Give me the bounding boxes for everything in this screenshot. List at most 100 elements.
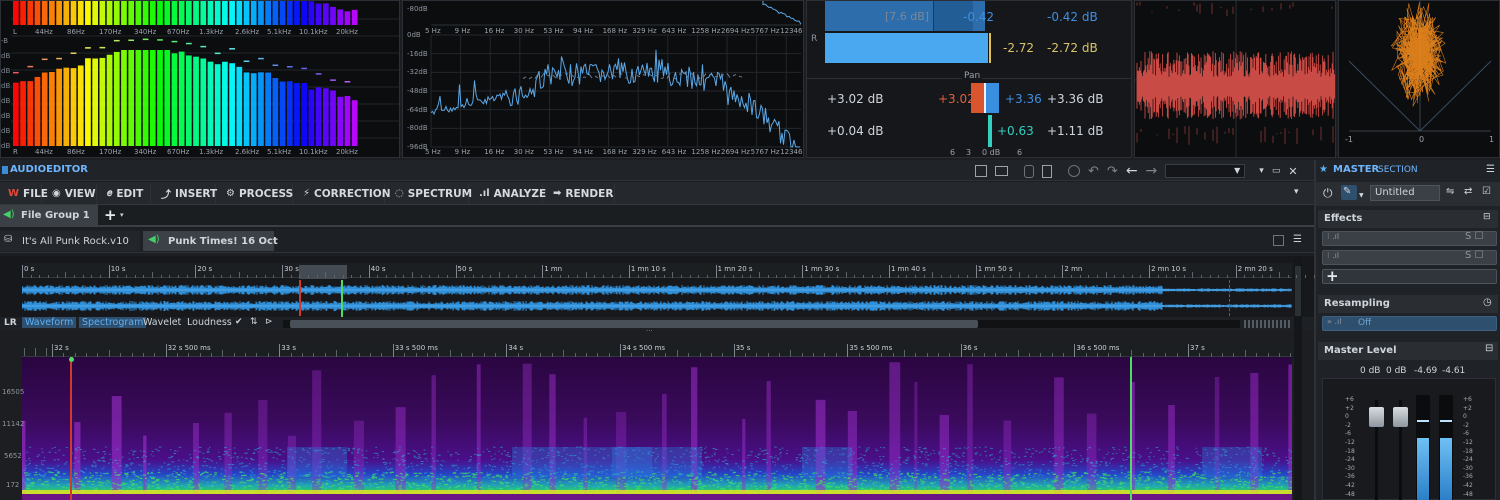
menu-overflow-icon[interactable]: ▾ (1294, 187, 1299, 197)
splitter-handle-icon[interactable]: ··· (646, 327, 653, 335)
master-scale-left-3: -2 (1345, 421, 1351, 429)
add-tab-chevron-icon[interactable]: ▾ (120, 211, 124, 219)
spectrogram-energy-patch (287, 447, 347, 477)
view-toggle-icon[interactable] (1273, 235, 1284, 246)
power-icon[interactable]: ⏻ (1323, 186, 1333, 201)
sync-icon[interactable]: ⇅ (250, 317, 258, 327)
new-window-icon[interactable] (975, 165, 987, 177)
add-tab-icon[interactable]: + (104, 206, 117, 224)
preset-chevron-icon[interactable]: ▼ (1359, 192, 1364, 199)
menu-analyze[interactable]: .ıl ANALYZE (471, 183, 546, 204)
detail-ruler-minor-tick (642, 353, 644, 357)
zoom-slider[interactable] (1244, 320, 1292, 328)
minimize-icon[interactable]: ▭ (1272, 166, 1281, 176)
overview-ruler-minor-tick (351, 275, 353, 278)
spectrum-bar-top (193, 1, 199, 25)
check-icon[interactable]: ✔ (235, 317, 243, 327)
bar-freq-top-6: 1.3kHz (199, 28, 224, 36)
loudness-tab[interactable]: Loudness (187, 317, 232, 328)
play-icon[interactable]: ⊳ (265, 317, 273, 327)
bar-spectrum-panel: L 44Hz 86Hz 170Hz 340Hz 670Hz 1.3kHz 2.6kHz 5.1k… (0, 0, 400, 158)
waveform-tab[interactable]: Waveform (22, 317, 77, 328)
scrollbar-thumb[interactable] (290, 320, 978, 328)
overview-ruler-minor-tick (680, 275, 682, 278)
spectrogram-tab[interactable]: Spectrogram (79, 317, 147, 328)
effect-slot-1-s-icon[interactable]: S ☐ (1465, 231, 1484, 242)
add-effect-slot[interactable] (1322, 269, 1497, 284)
fft-freq-top-11: 5767 Hz (750, 27, 780, 35)
master-level-collapse-icon[interactable]: ⊟ (1485, 343, 1493, 354)
menu-spectrum[interactable]: ◌ SPECTRUM (387, 183, 472, 204)
effects-collapse-icon[interactable]: ⊟ (1483, 212, 1491, 222)
history-icon[interactable] (1068, 165, 1080, 177)
forward-arrow-icon[interactable]: → (1146, 163, 1158, 179)
overview-waveform[interactable] (22, 280, 1292, 316)
spectrogram-green-cursor (1130, 357, 1132, 500)
master-scale-left-10: -42 (1345, 482, 1355, 489)
back-arrow-icon[interactable]: ← (1126, 163, 1138, 179)
preset-dropdown[interactable]: ▼ (1165, 164, 1246, 178)
detail-ruler-minor-tick (142, 353, 144, 357)
low-marker: +0.63 (997, 124, 1034, 138)
spectrum-bar-top (315, 3, 322, 26)
detail-ruler-minor-tick (222, 350, 224, 357)
resampling-header[interactable]: Resampling (1318, 295, 1498, 313)
lr-label[interactable]: LR (4, 318, 17, 328)
spectrum-bar-top (294, 1, 300, 25)
menu-label: ANALYZE (493, 187, 547, 200)
spectrum-bar-top (56, 1, 62, 25)
fft-freq-top-2: 16 Hz (484, 27, 505, 35)
vertical-scroll-thumb[interactable] (1295, 266, 1301, 316)
resampling-slot[interactable] (1322, 316, 1497, 331)
detail-ruler-tick (1074, 344, 1076, 357)
master-link-icon[interactable]: ⇋ (1446, 186, 1454, 197)
wavelet-tab[interactable]: Wavelet (143, 317, 181, 328)
open-folder-icon[interactable] (995, 166, 1008, 176)
master-bypass-icon[interactable]: ⇄ (1464, 186, 1472, 197)
add-effect-icon[interactable]: + (1326, 267, 1339, 285)
spectrum-bar (308, 89, 315, 146)
hand-tool-icon[interactable] (1024, 164, 1034, 178)
menu-edit[interactable]: 𝑒 EDIT (99, 183, 151, 204)
spectrum-bar (77, 65, 84, 146)
tab-list-icon[interactable]: ☰ (1293, 234, 1302, 245)
undo-icon[interactable]: ↶ (1088, 164, 1099, 179)
menu-render[interactable]: ➡ RENDER (545, 183, 615, 204)
spectrum-bar (63, 67, 70, 146)
resampling-value: Off (1358, 318, 1372, 328)
menu-insert[interactable]: ⤴ INSERT (153, 183, 217, 204)
effects-header[interactable]: Effects (1318, 210, 1498, 228)
overview-ruler-minor-tick (637, 275, 639, 278)
detail-ruler-minor-tick (1278, 353, 1280, 357)
fft-analyzer-panel: -80dB 5 Hz 5 Hz 9 Hz 9 Hz 16 Hz 16 Hz 30 Hz 30 … (402, 0, 804, 158)
menu-view[interactable]: ◉ VIEW (44, 183, 97, 204)
pencil-icon[interactable] (1042, 164, 1052, 178)
spectrogram-view[interactable] (22, 357, 1292, 500)
fader-handle-l[interactable] (1369, 407, 1384, 427)
master-check-icon[interactable]: ☑ (1482, 186, 1491, 197)
menu-file[interactable]: W FILE (0, 183, 48, 204)
resampling-info-icon[interactable]: ◷ (1483, 297, 1492, 308)
detail-ruler-minor-tick (858, 353, 860, 357)
menu-correction[interactable]: ⚡ CORRECTION (295, 183, 391, 204)
master-scale-right-4: -6 (1463, 430, 1469, 438)
close-icon[interactable]: ✕ (1288, 165, 1297, 178)
overview-ruler-label-0: 0 s (24, 265, 35, 273)
master-title-b: SECTION (1378, 165, 1418, 175)
master-menu-icon[interactable]: ☰ (1486, 164, 1495, 175)
overview-selection[interactable] (299, 265, 347, 279)
effect-slot-2-s-icon[interactable]: S ☐ (1465, 250, 1484, 261)
fader-handle-r[interactable] (1393, 407, 1408, 427)
bar-freq-bottom-4: 340Hz (134, 148, 157, 156)
master-level-header[interactable]: Master Level (1318, 342, 1498, 360)
spectrum-bar-top (20, 1, 26, 25)
collapse-icon[interactable]: ▾ (1259, 166, 1264, 176)
oscilloscope-panel (1134, 0, 1336, 158)
detail-ruler-minor-tick (710, 353, 712, 357)
menu-process[interactable]: ⚙ PROCESS (218, 183, 293, 204)
spectrum-bar-top (149, 1, 156, 25)
spectrum-icon: ◌ (395, 188, 404, 199)
spectrum-bar (149, 50, 156, 146)
detail-ruler-minor-tick (881, 353, 883, 357)
redo-icon[interactable]: ↷ (1107, 164, 1118, 179)
